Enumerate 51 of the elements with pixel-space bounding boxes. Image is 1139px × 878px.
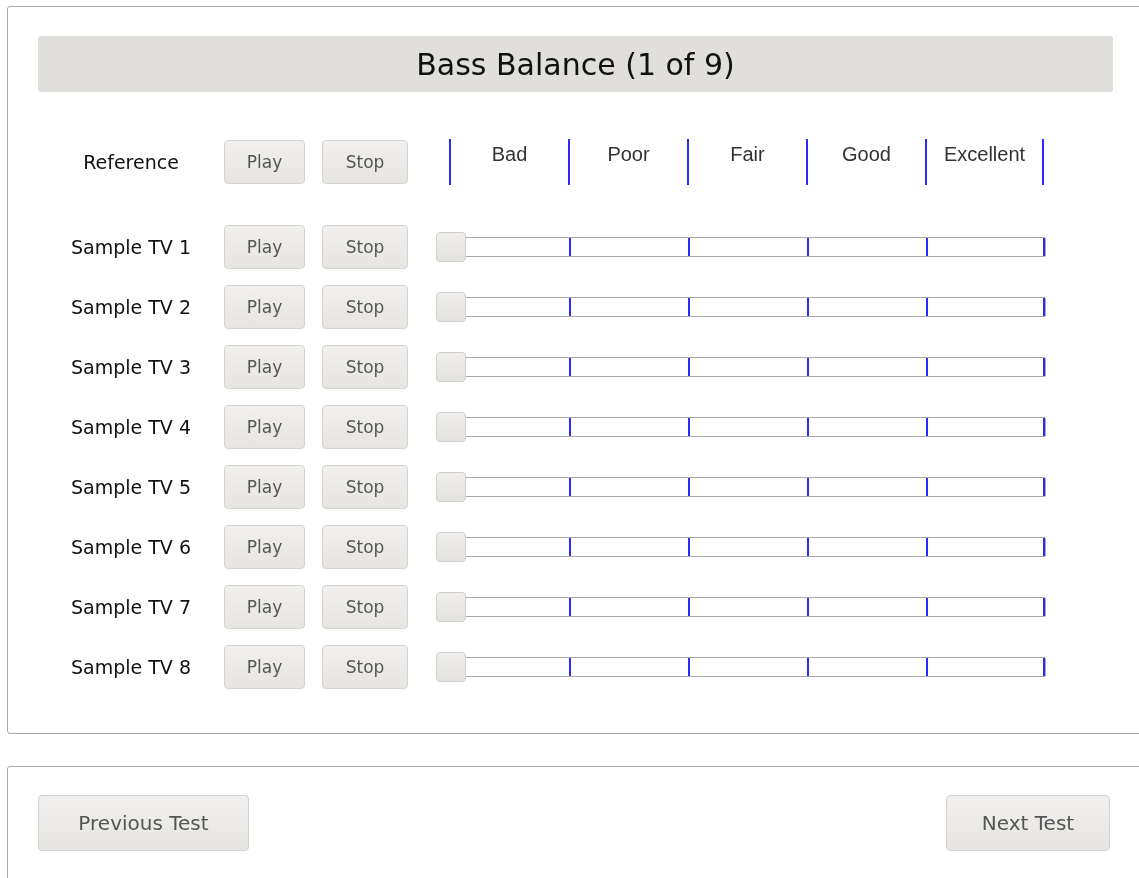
rating-slider[interactable] bbox=[436, 532, 1046, 562]
rating-label: Excellent bbox=[925, 139, 1044, 185]
rating-slider[interactable] bbox=[436, 472, 1046, 502]
stop-button[interactable]: Stop bbox=[322, 405, 408, 449]
play-button[interactable]: Play bbox=[224, 525, 305, 569]
rating-label: Poor bbox=[568, 139, 687, 185]
slider-thumb[interactable] bbox=[436, 592, 466, 622]
sample-label: Sample TV 7 bbox=[70, 596, 192, 618]
play-button[interactable]: Play bbox=[224, 345, 305, 389]
rating-label: Good bbox=[806, 139, 925, 185]
slider-thumb[interactable] bbox=[436, 652, 466, 682]
stop-button[interactable]: Stop bbox=[322, 585, 408, 629]
rating-label: Fair bbox=[687, 139, 806, 185]
rating-slider[interactable] bbox=[436, 292, 1046, 322]
slider-thumb[interactable] bbox=[436, 412, 466, 442]
play-button[interactable]: Play bbox=[224, 140, 305, 184]
slider-thumb[interactable] bbox=[436, 232, 466, 262]
sample-label: Sample TV 1 bbox=[70, 236, 192, 258]
slider-thumb[interactable] bbox=[436, 472, 466, 502]
stop-button[interactable]: Stop bbox=[322, 140, 408, 184]
previous-test-button[interactable]: Previous Test bbox=[38, 795, 249, 851]
stop-button[interactable]: Stop bbox=[322, 285, 408, 329]
stop-button[interactable]: Stop bbox=[322, 645, 408, 689]
play-button[interactable]: Play bbox=[224, 225, 305, 269]
rating-slider[interactable] bbox=[436, 652, 1046, 682]
reference-label: Reference bbox=[82, 151, 180, 173]
play-button[interactable]: Play bbox=[224, 645, 305, 689]
sample-label: Sample TV 8 bbox=[70, 656, 192, 678]
sample-label: Sample TV 4 bbox=[70, 416, 192, 438]
sample-label: Sample TV 5 bbox=[70, 476, 192, 498]
rating-label: Bad bbox=[449, 139, 568, 185]
play-button[interactable]: Play bbox=[224, 585, 305, 629]
slider-thumb[interactable] bbox=[436, 532, 466, 562]
slider-thumb[interactable] bbox=[436, 292, 466, 322]
play-button[interactable]: Play bbox=[224, 405, 305, 449]
rating-slider[interactable] bbox=[436, 352, 1046, 382]
rating-slider[interactable] bbox=[436, 232, 1046, 262]
play-button[interactable]: Play bbox=[224, 465, 305, 509]
rating-slider[interactable] bbox=[436, 592, 1046, 622]
next-test-button[interactable]: Next Test bbox=[946, 795, 1110, 851]
stop-button[interactable]: Stop bbox=[322, 225, 408, 269]
rating-slider[interactable] bbox=[436, 412, 1046, 442]
stop-button[interactable]: Stop bbox=[322, 345, 408, 389]
sample-label: Sample TV 2 bbox=[70, 296, 192, 318]
stop-button[interactable]: Stop bbox=[322, 465, 408, 509]
stop-button[interactable]: Stop bbox=[322, 525, 408, 569]
slider-thumb[interactable] bbox=[436, 352, 466, 382]
play-button[interactable]: Play bbox=[224, 285, 305, 329]
test-title: Bass Balance (1 of 9) bbox=[416, 46, 735, 82]
sample-label: Sample TV 6 bbox=[70, 536, 192, 558]
sample-label: Sample TV 3 bbox=[70, 356, 192, 378]
